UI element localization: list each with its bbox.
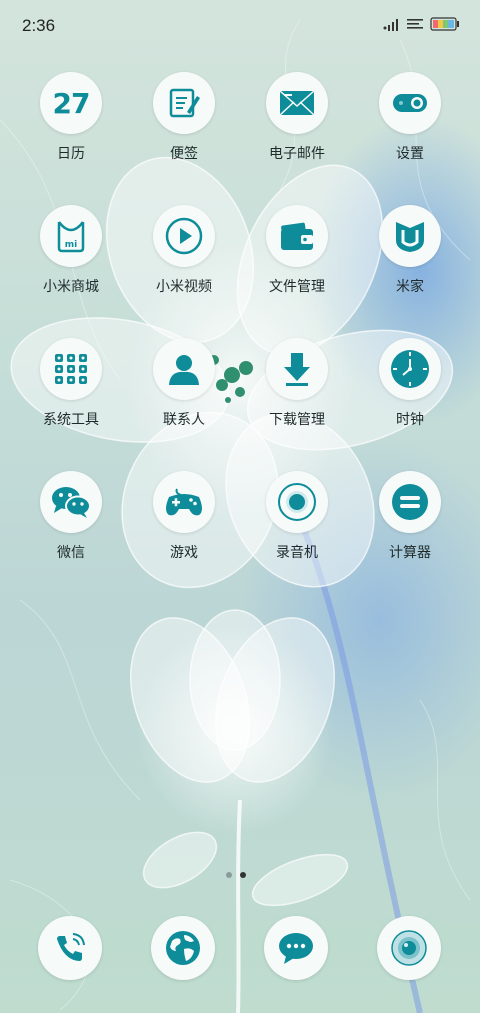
- app-label-system-tools: 系统工具: [43, 412, 99, 428]
- app-system-tools[interactable]: 系统工具: [21, 338, 121, 448]
- status-icons: [382, 17, 460, 31]
- signal-icon: [383, 19, 398, 31]
- app-label-clock: 时钟: [396, 412, 424, 428]
- play-icon: [153, 205, 215, 267]
- status-time: 2:36: [22, 16, 56, 35]
- dock-camera[interactable]: [377, 916, 441, 980]
- app-mi-video[interactable]: 小米视频: [134, 205, 234, 315]
- app-mi-store[interactable]: mi 小米商城: [21, 205, 121, 315]
- app-label-calendar: 日历: [57, 146, 85, 162]
- tools-grid-icon: [40, 338, 102, 400]
- app-notes[interactable]: 便签: [134, 72, 234, 182]
- app-recorder[interactable]: 录音机: [247, 471, 347, 581]
- app-label-settings: 设置: [396, 146, 424, 162]
- gamepad-icon: [153, 471, 215, 533]
- app-label-calculator: 计算器: [389, 545, 431, 561]
- wechat-icon: [40, 471, 102, 533]
- app-calculator[interactable]: 计算器: [360, 471, 460, 581]
- app-contacts[interactable]: 联系人: [134, 338, 234, 448]
- battery-icon: [430, 17, 459, 31]
- app-label-file-manager: 文件管理: [269, 279, 325, 295]
- app-label-notes: 便签: [170, 146, 198, 162]
- app-mijia[interactable]: 米家: [360, 205, 460, 315]
- app-email[interactable]: 电子邮件: [247, 72, 347, 182]
- clock-icon: [379, 338, 441, 400]
- app-calendar[interactable]: 27 日历: [21, 72, 121, 182]
- notes-icon: [153, 72, 215, 134]
- app-label-contacts: 联系人: [163, 412, 205, 428]
- settings-toggle-icon: [379, 72, 441, 134]
- page-indicator: [226, 872, 246, 878]
- mijia-icon: [379, 205, 441, 267]
- app-label-mijia: 米家: [396, 279, 424, 295]
- app-settings[interactable]: 设置: [360, 72, 460, 182]
- camera-icon: [377, 916, 441, 980]
- app-clock[interactable]: 时钟: [360, 338, 460, 448]
- app-label-email: 电子邮件: [269, 146, 325, 162]
- notification-lines-icon: [407, 19, 423, 29]
- calendar-icon: 27: [40, 72, 102, 134]
- status-bar: 2:36: [0, 0, 480, 52]
- page-dot-2-active[interactable]: [240, 872, 246, 878]
- recorder-icon: [266, 471, 328, 533]
- app-label-games: 游戏: [170, 545, 198, 561]
- dock-browser[interactable]: [151, 916, 215, 980]
- app-label-mi-video: 小米视频: [156, 279, 212, 295]
- dock-messages[interactable]: [264, 916, 328, 980]
- app-label-download-manager: 下载管理: [269, 412, 325, 428]
- app-wechat[interactable]: 微信: [21, 471, 121, 581]
- phone-icon: [38, 916, 102, 980]
- app-label-wechat: 微信: [57, 545, 85, 561]
- download-icon: [266, 338, 328, 400]
- email-icon: [266, 72, 328, 134]
- mi-badge-text: mi: [65, 240, 77, 250]
- app-download-manager[interactable]: 下载管理: [247, 338, 347, 448]
- app-label-mi-store: 小米商城: [43, 279, 99, 295]
- browser-globe-icon: [151, 916, 215, 980]
- calculator-icon: [379, 471, 441, 533]
- messages-icon: [264, 916, 328, 980]
- app-games[interactable]: 游戏: [134, 471, 234, 581]
- dock-phone[interactable]: [38, 916, 102, 980]
- wallet-folder-icon: [266, 205, 328, 267]
- shopping-bag-icon: mi: [40, 205, 102, 267]
- contact-icon: [153, 338, 215, 400]
- page-dot-1[interactable]: [226, 872, 232, 878]
- app-file-manager[interactable]: 文件管理: [247, 205, 347, 315]
- app-label-recorder: 录音机: [276, 545, 318, 561]
- calendar-day: 27: [52, 86, 91, 120]
